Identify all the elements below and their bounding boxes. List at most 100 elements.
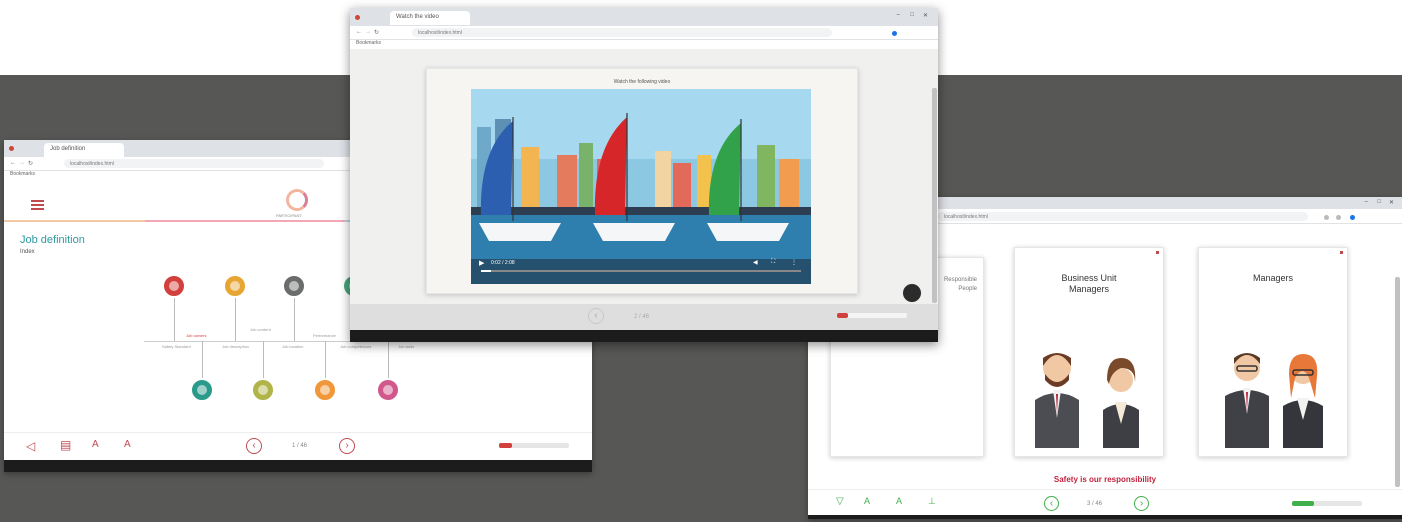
prev-button[interactable]: ‹ [246, 438, 262, 454]
progress-bar [1292, 501, 1362, 506]
composite-scene: Job definition ← → ↻ localhost/index.htm… [0, 0, 1402, 522]
timeline-label: Job description [222, 344, 249, 349]
video-frame [471, 89, 811, 284]
progress-bar [837, 313, 907, 318]
timeline-label: Job skills [398, 344, 415, 349]
timeline-node-olive[interactable] [251, 378, 275, 402]
card-marker-icon [1340, 251, 1343, 254]
timeline-node-pink[interactable] [376, 378, 400, 402]
timeline-label: Safety Standard [162, 344, 191, 349]
minimize-icon[interactable]: – [897, 12, 900, 18]
connector [263, 341, 264, 381]
connector [294, 298, 295, 341]
timeline-node-teal[interactable] [190, 378, 214, 402]
maximize-icon[interactable]: □ [910, 12, 914, 18]
back-icon[interactable]: ← [10, 160, 16, 166]
manager-pair-illustration [1035, 353, 1139, 448]
page-indicator: 2 / 46 [634, 314, 650, 320]
card-title: Business Unit Managers [1061, 273, 1117, 294]
page-subtitle: Index [20, 249, 35, 255]
timeline-node-gray[interactable] [282, 274, 306, 298]
connector [388, 341, 389, 381]
connector [202, 341, 203, 381]
timeline-label: Job owners [186, 333, 207, 338]
profile-icon[interactable] [1350, 215, 1355, 220]
os-taskbar [808, 515, 1402, 519]
participant-badge-icon [286, 189, 308, 211]
video-heading: Watch the following video [613, 79, 671, 85]
progress-bar [499, 443, 569, 448]
timeline-label: Job content [250, 327, 271, 332]
forward-icon[interactable]: → [365, 29, 371, 35]
card-managers[interactable]: Managers [1198, 247, 1348, 457]
card-business-unit-managers[interactable]: Business Unit Managers [1014, 247, 1164, 457]
next-button[interactable]: › [339, 438, 355, 454]
text-decrease-icon[interactable]: A [124, 440, 131, 450]
book-icon[interactable]: ▤ [60, 439, 71, 451]
footer-rule [4, 432, 592, 433]
more-options-icon[interactable]: ⋮ [791, 259, 797, 266]
profile-icon[interactable] [892, 31, 897, 36]
browser-tab[interactable]: Watch the video [390, 11, 470, 25]
window-control-close-icon[interactable] [9, 146, 14, 151]
close-icon[interactable]: ✕ [923, 12, 928, 19]
timeline-label: Job location [282, 344, 304, 349]
tab-strip: Watch the video – □ ✕ [350, 8, 938, 26]
maximize-icon[interactable]: □ [1377, 199, 1381, 205]
tab-title: Job definition [50, 146, 86, 152]
extension-icon[interactable] [1336, 215, 1341, 220]
reload-icon[interactable]: ↻ [374, 29, 379, 36]
center-browser-window: Watch the video – □ ✕ ← → ↻ localhost/in… [350, 8, 938, 342]
connector [325, 341, 326, 381]
os-taskbar [4, 460, 592, 472]
url-field[interactable]: localhost/index.html [938, 212, 1308, 221]
footer-tagline: Safety is our responsibility [1053, 475, 1157, 484]
url-field[interactable]: localhost/index.html [412, 28, 832, 37]
browser-tab[interactable]: Job definition [44, 143, 124, 157]
volume-icon[interactable]: ◀ [753, 259, 758, 266]
connector [174, 298, 175, 341]
text-increase-icon[interactable]: A [864, 497, 870, 506]
download-icon[interactable]: ⊥ [928, 497, 936, 506]
prev-button[interactable]: ‹ [1044, 496, 1059, 511]
next-button[interactable]: › [1134, 496, 1149, 511]
timeline-node-red[interactable] [162, 274, 186, 298]
volume-icon[interactable]: ◁ [26, 440, 35, 452]
progress-fill [499, 443, 512, 448]
video-card: Watch the following video ▶ 0:02 / 2:08 … [426, 68, 858, 294]
timeline-label: Performance [313, 333, 336, 338]
extension-icon[interactable] [1324, 215, 1329, 220]
back-icon[interactable]: ← [356, 29, 362, 35]
timeline-node-yellow[interactable] [223, 274, 247, 298]
scrollbar[interactable] [1395, 277, 1400, 487]
minimize-icon[interactable]: – [1365, 199, 1368, 205]
close-icon[interactable]: ✕ [1389, 199, 1394, 206]
video-player[interactable]: ▶ 0:02 / 2:08 ◀ ⛶ ⋮ [471, 89, 811, 284]
timeline-node-orange[interactable] [313, 378, 337, 402]
expand-icon[interactable] [901, 282, 923, 304]
scrollbar[interactable] [932, 88, 937, 303]
page-indicator: 3 / 46 [1087, 501, 1103, 507]
hamburger-menu-icon[interactable] [31, 200, 44, 210]
progress-fill [1292, 501, 1315, 506]
progress-fill [837, 313, 848, 318]
volume-icon[interactable]: ▽ [836, 497, 844, 507]
forward-icon[interactable]: → [19, 160, 25, 166]
window-control-close-icon[interactable] [355, 15, 360, 20]
participant-badge-label: PARTICIPANT [276, 213, 302, 218]
video-time: 0:02 / 2:08 [491, 260, 515, 266]
reload-icon[interactable]: ↻ [28, 160, 33, 167]
fullscreen-icon[interactable]: ⛶ [771, 259, 775, 266]
tab-title: Watch the video [396, 14, 439, 20]
prev-button[interactable]: ‹ [588, 308, 604, 324]
text-increase-icon[interactable]: A [92, 440, 99, 450]
play-icon[interactable]: ▶ [479, 259, 484, 267]
url-field[interactable]: localhost/index.html [64, 159, 324, 168]
bookmarks-bar[interactable]: Bookmarks [350, 40, 938, 49]
connector [235, 298, 236, 341]
os-taskbar [350, 330, 938, 342]
text-decrease-icon[interactable]: A [896, 497, 902, 506]
page-title: Job definition [20, 234, 85, 246]
footer-rule [808, 489, 1402, 490]
address-bar: ← → ↻ localhost/index.html [350, 26, 938, 40]
